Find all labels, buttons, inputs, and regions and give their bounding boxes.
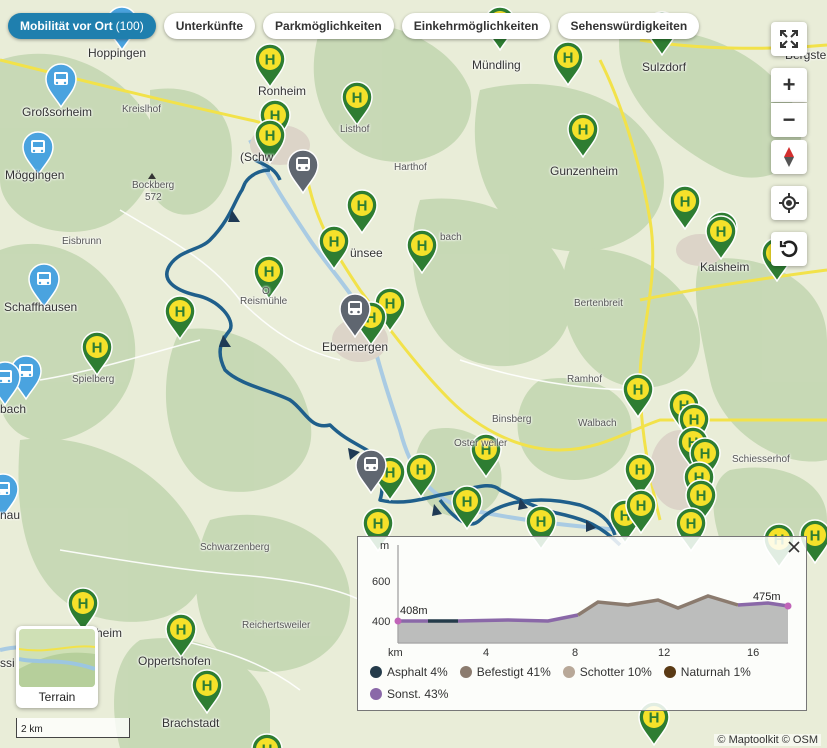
tab-label: Parkmöglichkeiten — [275, 19, 382, 33]
tab-label: Mobilität vor Ort — [20, 19, 113, 33]
terrain-label: Terrain — [38, 690, 76, 704]
place-label: Großsorheim — [22, 105, 93, 119]
x-tick-label: 8 — [572, 647, 578, 659]
x-tick-label: 4 — [483, 647, 489, 659]
terrain-thumbnail — [19, 629, 95, 687]
place-label: Brachstadt — [162, 716, 220, 730]
place-label: Bockberg — [132, 180, 175, 191]
legend-item: Asphalt 4% — [370, 665, 448, 679]
legend-swatch — [459, 666, 472, 678]
legend-label: Naturnah 1% — [680, 665, 751, 679]
place-label: Oppertshofen — [138, 654, 211, 668]
place-label: Reichertsweiler — [242, 620, 311, 631]
place-label: Binsberg — [492, 414, 532, 425]
place-label: Hoppingen — [88, 46, 147, 60]
compass-button[interactable] — [771, 140, 807, 174]
place-label: Kaisheim — [700, 260, 750, 274]
tab-einkehrmoeglichkeiten[interactable]: Einkehrmöglichkeiten — [401, 13, 551, 39]
place-label: Bertenbreit — [574, 298, 623, 309]
place-label: bach — [0, 402, 27, 416]
legend-item: Schotter 10% — [562, 665, 652, 679]
legend-item: Befestigt 41% — [459, 665, 551, 679]
y-tick-label: 400 — [372, 616, 390, 628]
place-label: heim — [96, 626, 123, 640]
place-label: Möggingen — [5, 168, 65, 182]
fullscreen-icon — [780, 30, 798, 48]
legend-label: Schotter 10% — [579, 665, 652, 679]
tab-label: Unterkünfte — [175, 19, 244, 33]
legend-swatch — [370, 688, 382, 700]
reset-icon — [779, 240, 798, 258]
legend-label: Befestigt 41% — [476, 665, 551, 679]
place-label: ssi — [0, 656, 15, 670]
terrain-toggle-button[interactable]: Terrain — [16, 626, 98, 708]
plus-icon: + — [782, 72, 796, 97]
place-label: bach — [440, 232, 462, 243]
fullscreen-button[interactable] — [771, 22, 807, 56]
place-label: Walbach — [578, 418, 617, 429]
tab-count: (100) — [115, 19, 144, 33]
place-label: nau — [0, 508, 21, 522]
place-label: Spielberg — [72, 374, 115, 385]
tab-parkmoeglichkeiten[interactable]: Parkmöglichkeiten — [263, 13, 394, 39]
legend-item: Naturnah 1% — [663, 665, 751, 679]
tab-label: Sehenswürdigkeiten — [570, 19, 688, 33]
place-label: Ramhof — [567, 374, 603, 385]
legend-item: Sonst. 43% — [370, 687, 448, 701]
place-label: Schaffhausen — [4, 300, 78, 314]
x-unit-label: km — [388, 647, 403, 659]
place-label: Eisbrunn — [62, 236, 102, 247]
place-label: Gunzenheim — [550, 164, 619, 178]
reset-button[interactable] — [771, 232, 807, 266]
minus-icon: − — [782, 107, 796, 132]
place-label: Ronheim — [258, 84, 307, 98]
place-label: Sulzdorf — [642, 60, 687, 74]
tab-unterkuenfte[interactable]: Unterkünfte — [163, 13, 256, 39]
place-label: Ebermergen — [322, 340, 389, 354]
end-elevation-label: 475m — [753, 591, 781, 603]
place-label: Listhof — [340, 124, 370, 135]
y-unit-label: m — [380, 540, 389, 552]
legend-label: Sonst. 43% — [387, 687, 449, 701]
compass-icon — [784, 147, 794, 167]
place-label: (Schw — [240, 150, 274, 164]
place-label: Schiesserhof — [732, 454, 790, 465]
legend-swatch — [370, 666, 382, 678]
scale-label: 2 km — [21, 724, 43, 735]
x-tick-label: 16 — [747, 647, 759, 659]
y-tick-label: 600 — [372, 576, 390, 588]
place-label: Oster weiler — [454, 438, 508, 449]
locate-button[interactable] — [771, 186, 807, 220]
start-elevation-label: 408m — [400, 605, 428, 617]
legend-swatch — [562, 666, 575, 678]
scale-bar: 2 km — [16, 718, 130, 738]
locate-icon — [779, 193, 799, 213]
elevation-chart: m 600 400 408m 475m km 4 8 12 16 — [372, 540, 792, 659]
place-label: Mündling — [472, 58, 521, 72]
elevation-profile-panel: m 600 400 408m 475m km 4 8 12 16 Asphalt… — [357, 536, 807, 711]
tab-mobilitaet[interactable]: Mobilität vor Ort (100) — [8, 13, 156, 39]
place-label-elevation: 572 — [145, 192, 162, 203]
legend-label: Asphalt 4% — [387, 665, 448, 679]
x-tick-label: 12 — [658, 647, 670, 659]
tab-sehenswuerdigkeiten[interactable]: Sehenswürdigkeiten — [558, 13, 700, 39]
place-label: ünsee — [350, 246, 383, 260]
zoom-out-button[interactable]: − — [771, 103, 807, 137]
zoom-in-button[interactable]: + — [771, 68, 807, 102]
place-label: Reismühle — [240, 296, 288, 307]
legend-swatch — [663, 666, 676, 678]
place-label: Schwarzenberg — [200, 542, 270, 553]
tab-label: Einkehrmöglichkeiten — [413, 19, 539, 33]
surface-legend: Asphalt 4% Befestigt 41% Schotter 10% Na… — [370, 665, 800, 701]
place-label: Harthof — [394, 162, 427, 173]
category-tabs: Mobilität vor Ort (100) Unterkünfte Park… — [8, 13, 700, 39]
place-label: Kreislhof — [122, 104, 161, 115]
map-attribution[interactable]: © Maptoolkit © OSM — [714, 734, 821, 746]
